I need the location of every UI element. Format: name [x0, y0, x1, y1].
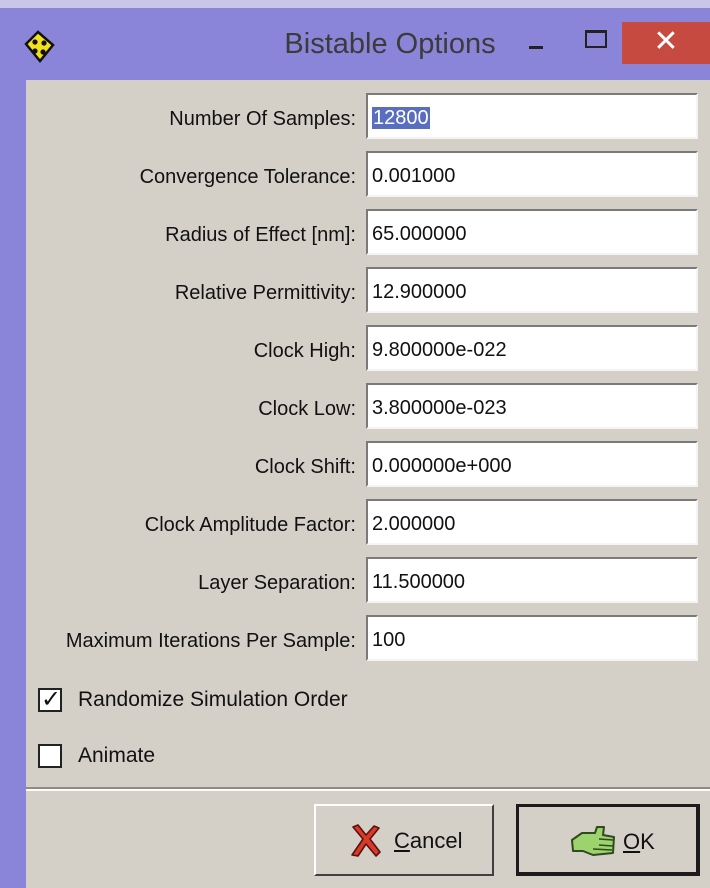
- row-number-of-samples: Number Of Samples: 12800: [26, 93, 710, 145]
- field-label: Layer Separation:: [198, 572, 356, 594]
- clock-shift-input[interactable]: 0.000000e+000: [366, 441, 698, 487]
- max-iterations-input[interactable]: 100: [366, 615, 698, 661]
- field-label: Number Of Samples:: [169, 108, 356, 130]
- radius-of-effect-input[interactable]: 65.000000: [366, 209, 698, 255]
- dialog-body: Number Of Samples: 12800 Convergence Tol…: [26, 80, 710, 888]
- minimize-icon: [529, 46, 543, 49]
- ok-button[interactable]: OK: [516, 804, 700, 876]
- maximize-icon: [585, 30, 607, 48]
- field-label: Maximum Iterations Per Sample:: [65, 630, 356, 652]
- window-top-strip: [0, 0, 710, 8]
- dialog-window: Bistable Options ✕ Number Of Samples: 12…: [0, 0, 710, 888]
- layer-separation-input[interactable]: 11.500000: [366, 557, 698, 603]
- maximize-button[interactable]: [570, 22, 618, 64]
- row-clock-high: Clock High: 9.800000e-022: [26, 325, 710, 377]
- checkmark-icon: ✓: [41, 685, 62, 713]
- red-x-icon: [351, 824, 381, 857]
- ok-label: OK: [623, 829, 655, 855]
- cancel-label-rest: ancel: [409, 828, 463, 853]
- row-max-iterations: Maximum Iterations Per Sample: 100: [26, 615, 710, 667]
- minimize-button[interactable]: [512, 22, 560, 64]
- randomize-simulation-order-label[interactable]: Randomize Simulation Order: [78, 688, 348, 712]
- clock-amplitude-factor-input[interactable]: 2.000000: [366, 499, 698, 545]
- separator: [26, 787, 710, 791]
- clock-high-input[interactable]: 9.800000e-022: [366, 325, 698, 371]
- number-of-samples-input[interactable]: 12800: [366, 93, 698, 139]
- hand-ok-icon: [571, 826, 615, 856]
- cancel-label: Cancel: [394, 828, 462, 854]
- cancel-mnemonic: C: [394, 828, 410, 853]
- close-icon: ✕: [653, 24, 679, 59]
- field-label: Relative Permittivity:: [174, 282, 356, 304]
- convergence-tolerance-input[interactable]: 0.001000: [366, 151, 698, 197]
- row-convergence-tolerance: Convergence Tolerance: 0.001000: [26, 151, 710, 203]
- clock-low-input[interactable]: 3.800000e-023: [366, 383, 698, 429]
- field-label: Clock High:: [253, 340, 356, 362]
- field-label: Clock Amplitude Factor:: [144, 514, 356, 536]
- selected-text: 12800: [372, 107, 430, 129]
- animate-checkbox[interactable]: [38, 744, 62, 768]
- row-layer-separation: Layer Separation: 11.500000: [26, 557, 710, 609]
- field-label: Convergence Tolerance:: [139, 166, 356, 188]
- cancel-button[interactable]: Cancel: [314, 804, 494, 876]
- row-radius-of-effect: Radius of Effect [nm]: 65.000000: [26, 209, 710, 261]
- field-label: Radius of Effect [nm]:: [165, 224, 356, 246]
- close-button[interactable]: ✕: [622, 22, 710, 64]
- field-label: Clock Shift:: [254, 456, 356, 478]
- relative-permittivity-input[interactable]: 12.900000: [366, 267, 698, 313]
- row-relative-permittivity: Relative Permittivity: 12.900000: [26, 267, 710, 319]
- row-clock-shift: Clock Shift: 0.000000e+000: [26, 441, 710, 493]
- title-bar[interactable]: Bistable Options ✕: [0, 8, 710, 80]
- animate-label[interactable]: Animate: [78, 744, 155, 768]
- ok-label-rest: K: [640, 829, 655, 854]
- row-clock-low: Clock Low: 3.800000e-023: [26, 383, 710, 435]
- randomize-simulation-order-checkbox[interactable]: ✓: [38, 685, 62, 713]
- ok-mnemonic: O: [623, 829, 641, 854]
- row-clock-amplitude-factor: Clock Amplitude Factor: 2.000000: [26, 499, 710, 551]
- field-label: Clock Low:: [258, 398, 356, 420]
